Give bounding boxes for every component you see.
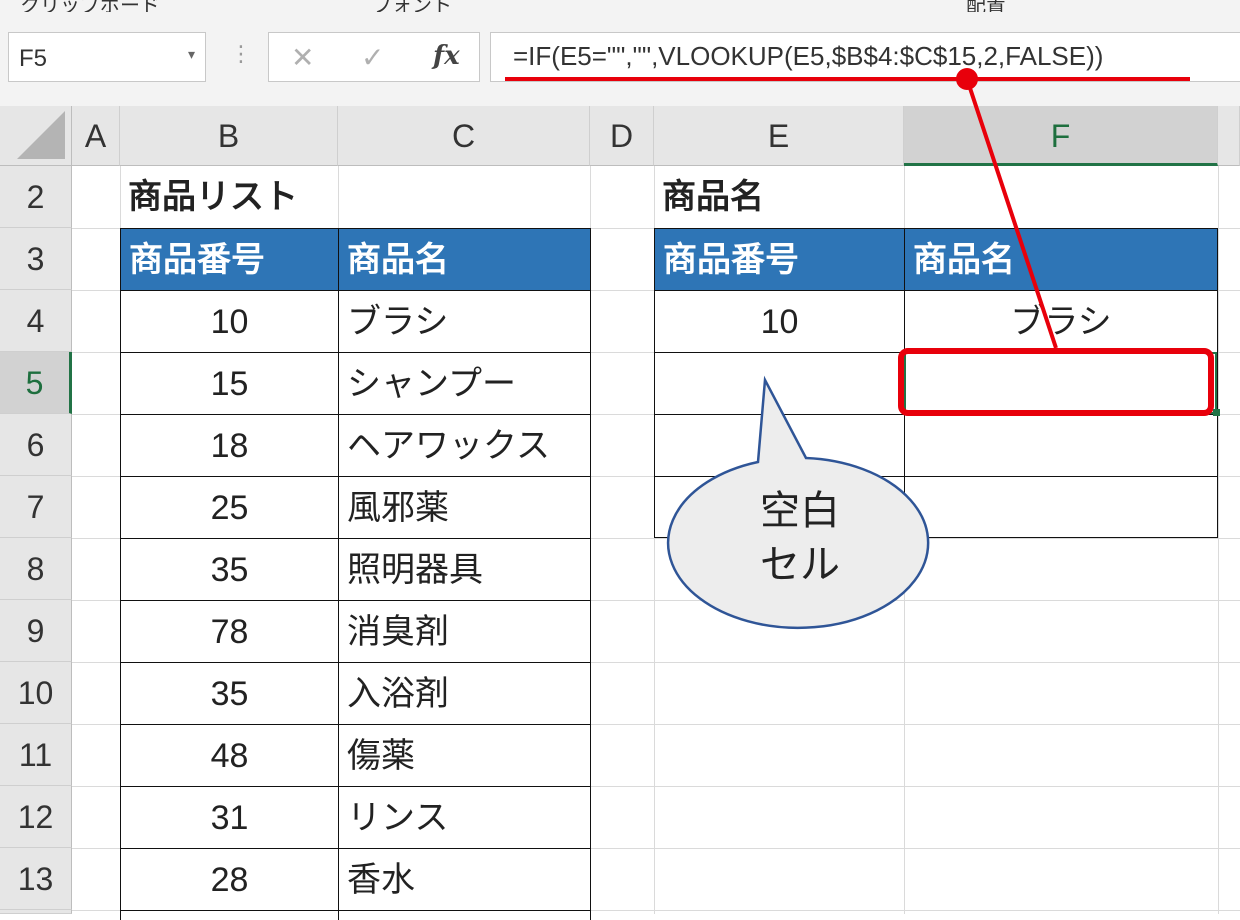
ribbon-group-clipboard: クリップボード	[20, 0, 160, 12]
column-header-d[interactable]: D	[590, 106, 654, 166]
callout-line-2: セル	[760, 542, 840, 588]
row-header-8[interactable]: 8	[0, 538, 72, 600]
product-number-cell[interactable]: 10	[120, 290, 339, 353]
row-header-6[interactable]: 6	[0, 414, 72, 476]
product-number-cell[interactable]: 48	[120, 724, 339, 787]
lookup-header-name[interactable]: 商品名	[904, 228, 1218, 291]
column-header-a[interactable]: A	[72, 106, 120, 166]
ribbon-group-font: フォント	[372, 0, 452, 12]
column-header-e[interactable]: E	[654, 106, 904, 166]
name-box-value: F5	[19, 45, 48, 72]
gridline	[1218, 166, 1219, 914]
product-list-title[interactable]: 商品リスト	[120, 166, 338, 228]
callout-line-1: 空白	[760, 488, 840, 534]
row-header-5[interactable]: 5	[0, 352, 72, 414]
lookup-name-cell[interactable]: ブラシ	[904, 290, 1218, 353]
product-name-cell[interactable]: ブラシ	[338, 290, 591, 353]
product-number-cell[interactable]: 28	[120, 848, 339, 911]
select-all-button[interactable]	[0, 106, 72, 166]
formula-text: =IF(E5="","",VLOOKUP(E5,$B$4:$C$15,2,FAL…	[513, 41, 1104, 71]
product-name-cell[interactable]: リンス	[338, 786, 591, 849]
column-header-b[interactable]: B	[120, 106, 338, 166]
worksheet-grid[interactable]: A B C D E F 2 3 4 5 6 7 8 9 10 11 12 13 …	[0, 106, 1240, 920]
name-box[interactable]: F5 ▾	[8, 32, 206, 82]
formula-bar: F5 ▾ ⋮ ✕ ✓ fx =IF(E5="","",VLOOKUP(E5,$B…	[0, 12, 1240, 106]
product-name-cell[interactable]	[338, 910, 591, 920]
product-name-cell[interactable]: 消臭剤	[338, 600, 591, 663]
lookup-number-cell[interactable]	[654, 352, 905, 415]
product-name-cell[interactable]: 入浴剤	[338, 662, 591, 725]
column-header-c[interactable]: C	[338, 106, 590, 166]
row-header-3[interactable]: 3	[0, 228, 72, 290]
row-header-12[interactable]: 12	[0, 786, 72, 848]
product-name-cell[interactable]: 風邪薬	[338, 476, 591, 539]
fill-handle[interactable]	[1213, 409, 1220, 416]
insert-function-button[interactable]: fx	[433, 41, 460, 71]
product-name-cell[interactable]: 照明器具	[338, 538, 591, 601]
lookup-title[interactable]: 商品名	[654, 166, 904, 228]
select-all-triangle-icon	[17, 111, 65, 159]
ribbon-group-labels: クリップボード フォント 配置	[0, 0, 1240, 12]
chevron-down-icon[interactable]: ▾	[188, 47, 195, 63]
lookup-number-cell[interactable]: 10	[654, 290, 905, 353]
product-list-header-name[interactable]: 商品名	[338, 228, 591, 291]
product-number-cell[interactable]: 25	[120, 476, 339, 539]
product-name-cell[interactable]: ヘアワックス	[338, 414, 591, 477]
callout-text: 空白 セル	[740, 484, 860, 592]
formula-controls: ✕ ✓ fx	[268, 32, 480, 82]
product-list-header-number[interactable]: 商品番号	[120, 228, 339, 291]
row-header-10[interactable]: 10	[0, 662, 72, 724]
product-number-cell[interactable]: 78	[120, 600, 339, 663]
lookup-header-number[interactable]: 商品番号	[654, 228, 905, 291]
product-number-cell[interactable]: 18	[120, 414, 339, 477]
lookup-name-cell[interactable]	[904, 476, 1218, 538]
row-header-13[interactable]: 13	[0, 848, 72, 910]
row-header-9[interactable]: 9	[0, 600, 72, 662]
row-header-11[interactable]: 11	[0, 724, 72, 786]
product-name-cell[interactable]: シャンプー	[338, 352, 591, 415]
product-name-cell[interactable]: 香水	[338, 848, 591, 911]
formula-input[interactable]: =IF(E5="","",VLOOKUP(E5,$B$4:$C$15,2,FAL…	[490, 32, 1240, 82]
lookup-number-cell[interactable]	[654, 414, 905, 477]
product-number-cell[interactable]: 35	[120, 538, 339, 601]
column-header-f[interactable]: F	[904, 106, 1218, 166]
ribbon-group-alignment: 配置	[966, 0, 1006, 12]
product-number-cell[interactable]: 35	[120, 662, 339, 725]
row-header-14[interactable]	[0, 910, 72, 914]
enter-check-icon[interactable]: ✓	[361, 41, 384, 74]
product-number-cell[interactable]: 15	[120, 352, 339, 415]
column-header-g[interactable]	[1218, 106, 1240, 166]
row-header-4[interactable]: 4	[0, 290, 72, 352]
product-number-cell[interactable]: 31	[120, 786, 339, 849]
row-header-2[interactable]: 2	[0, 166, 72, 228]
cancel-icon[interactable]: ✕	[291, 41, 314, 74]
highlight-box-f5	[898, 348, 1214, 416]
product-name-cell[interactable]: 傷薬	[338, 724, 591, 787]
formula-bar-resize-handle[interactable]: ⋮	[230, 42, 252, 67]
product-number-cell[interactable]	[120, 910, 339, 920]
row-header-7[interactable]: 7	[0, 476, 72, 538]
lookup-name-cell[interactable]	[904, 414, 1218, 477]
